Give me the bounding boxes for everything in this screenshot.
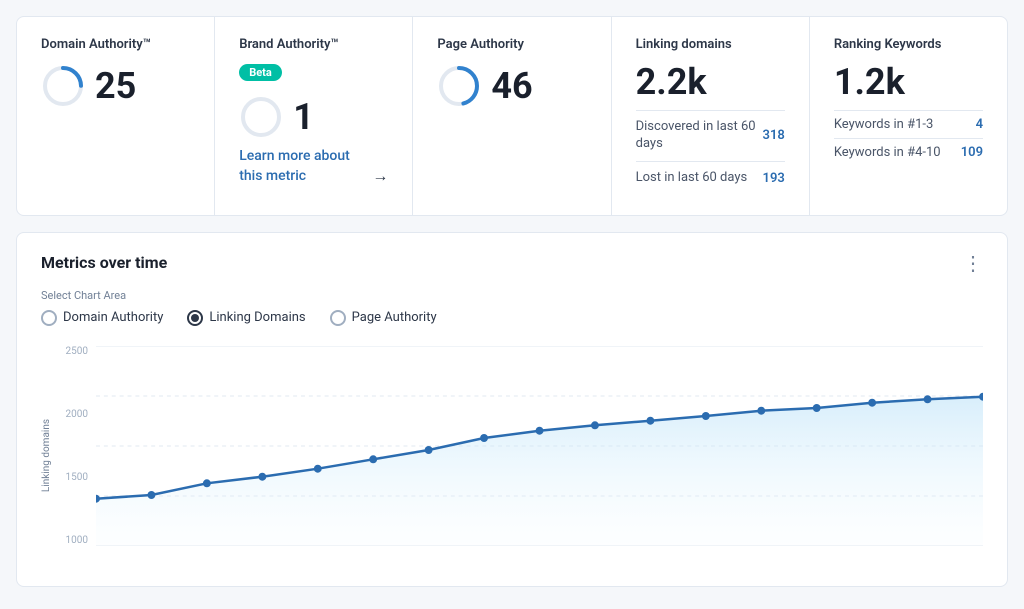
radio-pa-circle [330,310,346,326]
pa-value-row: 46 [437,64,586,108]
da-value-row: 25 [41,64,190,108]
ld-stat1: Discovered in last 60 days 318 [636,110,785,161]
y-label-2500: 2500 [66,346,88,357]
rk-title: Ranking Keywords [834,37,983,52]
chart-area [96,396,983,545]
chart-dot [646,416,654,424]
chart-dot [924,395,932,403]
chart-dot [702,412,710,420]
radio-da-label: Domain Authority [63,310,163,325]
rk-kw1-label: Keywords in #1-3 [834,117,933,132]
radio-domain-authority[interactable]: Domain Authority [41,310,163,326]
ba-value-row: 1 [239,95,388,139]
y-labels: 2500 2000 1500 1000 [56,346,92,546]
arrow-icon: → [372,166,388,186]
chart-plot [96,346,983,546]
metrics-header: Metrics over time ⋮ [41,253,983,273]
da-value: 25 [95,68,136,104]
chart-inner: 2500 2000 1500 1000 [56,346,983,566]
pa-value: 46 [491,68,532,104]
metrics-title: Metrics over time [41,253,167,272]
ba-value: 1 [293,99,314,135]
chart-dot [369,455,377,463]
ba-circle [239,95,283,139]
rk-kw1-value: 4 [976,117,983,132]
chart-dot [147,491,155,499]
chart-dot [591,421,599,429]
top-cards-container: Domain Authority™ 25 Brand Authority™ Be… [16,16,1008,216]
chart-wrapper: Linking domains 2500 2000 1500 1000 [41,346,983,566]
linking-domains-card: Linking domains 2.2k Discovered in last … [612,17,810,215]
radio-linking-domains[interactable]: Linking Domains [187,310,305,326]
domain-authority-card: Domain Authority™ 25 [17,17,215,215]
beta-badge: Beta [239,64,282,81]
ranking-keywords-card: Ranking Keywords 1.2k Keywords in #1-3 4… [810,17,1007,215]
pa-circle [437,64,481,108]
chart-dot [258,472,266,480]
metrics-section: Metrics over time ⋮ Select Chart Area Do… [16,232,1008,587]
ld-title: Linking domains [636,37,785,52]
y-label-2000: 2000 [66,409,88,420]
chart-dot [536,426,544,434]
chart-dot [480,434,488,442]
radio-da-circle [41,310,57,326]
da-circle [41,64,85,108]
chart-svg [96,346,983,546]
page-authority-card: Page Authority 46 [413,17,611,215]
rk-kw2-label: Keywords in #4-10 [834,145,941,160]
chart-area-label: Select Chart Area [41,289,983,302]
chart-dot [868,398,876,406]
rk-kw2: Keywords in #4-10 109 [834,138,983,166]
radio-ld-label: Linking Domains [209,310,305,325]
learn-more-link[interactable]: Learn more about this metric [239,147,364,186]
ld-stat2-label: Lost in last 60 days [636,170,748,187]
radio-page-authority[interactable]: Page Authority [330,310,437,326]
ba-title: Brand Authority™ [239,37,388,52]
chart-dot [425,446,433,454]
ld-stat1-label: Discovered in last 60 days [636,119,763,153]
chart-dot [813,404,821,412]
radio-ld-circle [187,310,203,326]
chart-dot [314,464,322,472]
ld-value: 2.2k [636,64,785,100]
pa-title: Page Authority [437,37,586,52]
y-axis-label: Linking domains [41,419,52,492]
rk-kw2-value: 109 [961,145,983,160]
rk-value: 1.2k [834,64,983,100]
learn-more-row: Learn more about this metric → [239,147,388,186]
y-label-1000: 1000 [66,535,88,546]
three-dots-button[interactable]: ⋮ [963,253,983,273]
y-label-1500: 1500 [66,472,88,483]
ld-stat1-value: 318 [763,128,785,143]
chart-dot [203,479,211,487]
da-title: Domain Authority™ [41,37,190,52]
brand-authority-card: Brand Authority™ Beta 1 Learn more about… [215,17,413,215]
chart-dot [757,406,765,414]
radio-group: Domain Authority Linking Domains Page Au… [41,310,983,326]
ld-stat2-value: 193 [763,171,785,186]
ld-stat2: Lost in last 60 days 193 [636,161,785,195]
radio-pa-label: Page Authority [352,310,437,325]
rk-kw1: Keywords in #1-3 4 [834,110,983,138]
